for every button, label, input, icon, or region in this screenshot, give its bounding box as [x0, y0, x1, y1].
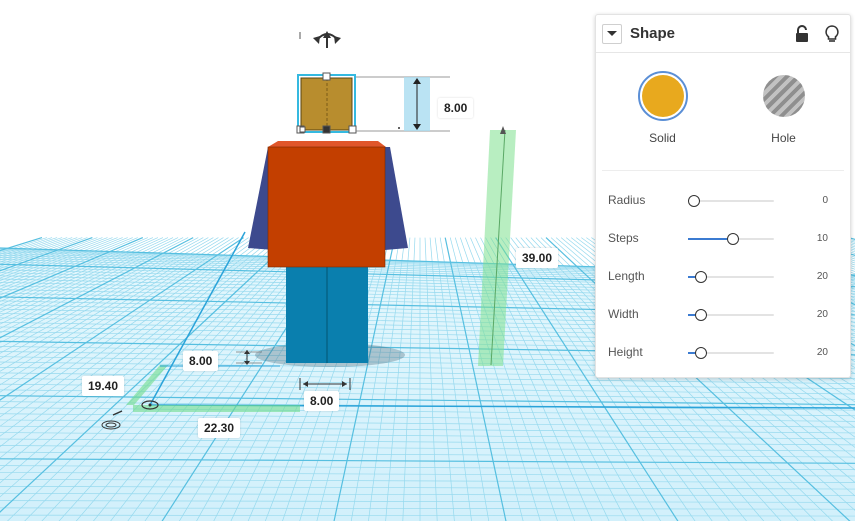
center-handle[interactable] [322, 125, 331, 134]
prop-width: Width 20 [608, 295, 838, 333]
solid-option[interactable]: Solid [623, 71, 703, 170]
prop-name: Radius [608, 193, 646, 207]
solid-swatch [641, 75, 684, 117]
width-slider[interactable] [688, 309, 774, 321]
right-arm[interactable] [385, 147, 408, 250]
prop-value[interactable]: 20 [817, 347, 828, 358]
shape-properties: Radius 0 Steps 10 Length 20 Width 20 Hei… [596, 171, 850, 381]
corner-handle-right[interactable] [348, 125, 357, 134]
inspector-header: Shape [596, 15, 850, 53]
foot-width-label[interactable]: 8.00 [304, 391, 340, 411]
right-leg[interactable] [328, 265, 368, 363]
solid-hole-toggle: Solid Hole [602, 53, 844, 171]
prop-radius: Radius 0 [608, 181, 838, 219]
hole-label: Hole [771, 131, 796, 145]
prop-value[interactable]: 20 [817, 271, 828, 282]
prop-steps: Steps 10 [608, 219, 838, 257]
prop-name: Width [608, 307, 639, 321]
unlock-icon[interactable] [792, 23, 812, 45]
left-leg[interactable] [286, 265, 326, 363]
hole-option[interactable]: Hole [744, 71, 824, 170]
prop-height: Height 20 [608, 333, 838, 371]
shape-inspector-panel: Shape Solid Hole Radius 0 Steps 10 Lengt… [595, 14, 851, 378]
prop-name: Length [608, 269, 645, 283]
prop-name: Steps [608, 231, 639, 245]
length-slider[interactable] [688, 271, 774, 283]
offset-x-label[interactable]: 22.30 [198, 418, 241, 438]
slider-knob[interactable] [695, 309, 707, 321]
collapse-panel-button[interactable] [602, 23, 622, 44]
height-slider[interactable] [688, 347, 774, 359]
total-height-label[interactable]: 39.00 [516, 248, 559, 268]
slider-knob[interactable] [727, 233, 739, 245]
hole-swatch [762, 75, 805, 117]
solid-ring [637, 71, 688, 121]
slider-knob[interactable] [688, 195, 700, 207]
prop-value[interactable]: 10 [817, 233, 828, 244]
foot-depth-label[interactable]: 8.00 [183, 351, 219, 371]
prop-value[interactable]: 0 [822, 195, 828, 206]
lightbulb-icon[interactable] [822, 23, 842, 45]
prop-length: Length 20 [608, 257, 838, 295]
caret-down-icon [607, 31, 617, 36]
steps-slider[interactable] [688, 233, 774, 245]
prop-value[interactable]: 20 [817, 309, 828, 320]
radius-slider[interactable] [688, 195, 774, 207]
head-height-label[interactable]: 8.00 [438, 98, 474, 118]
rotate-handle-icon[interactable] [313, 31, 341, 48]
torso[interactable] [267, 146, 386, 268]
prop-name: Height [608, 345, 643, 359]
slider-knob[interactable] [695, 271, 707, 283]
offset-y-label[interactable]: 19.40 [82, 376, 125, 396]
slider-knob[interactable] [695, 347, 707, 359]
inspector-title: Shape [630, 25, 676, 42]
hole-ring [759, 71, 809, 121]
solid-label: Solid [649, 131, 676, 145]
top-handle[interactable] [322, 72, 331, 81]
